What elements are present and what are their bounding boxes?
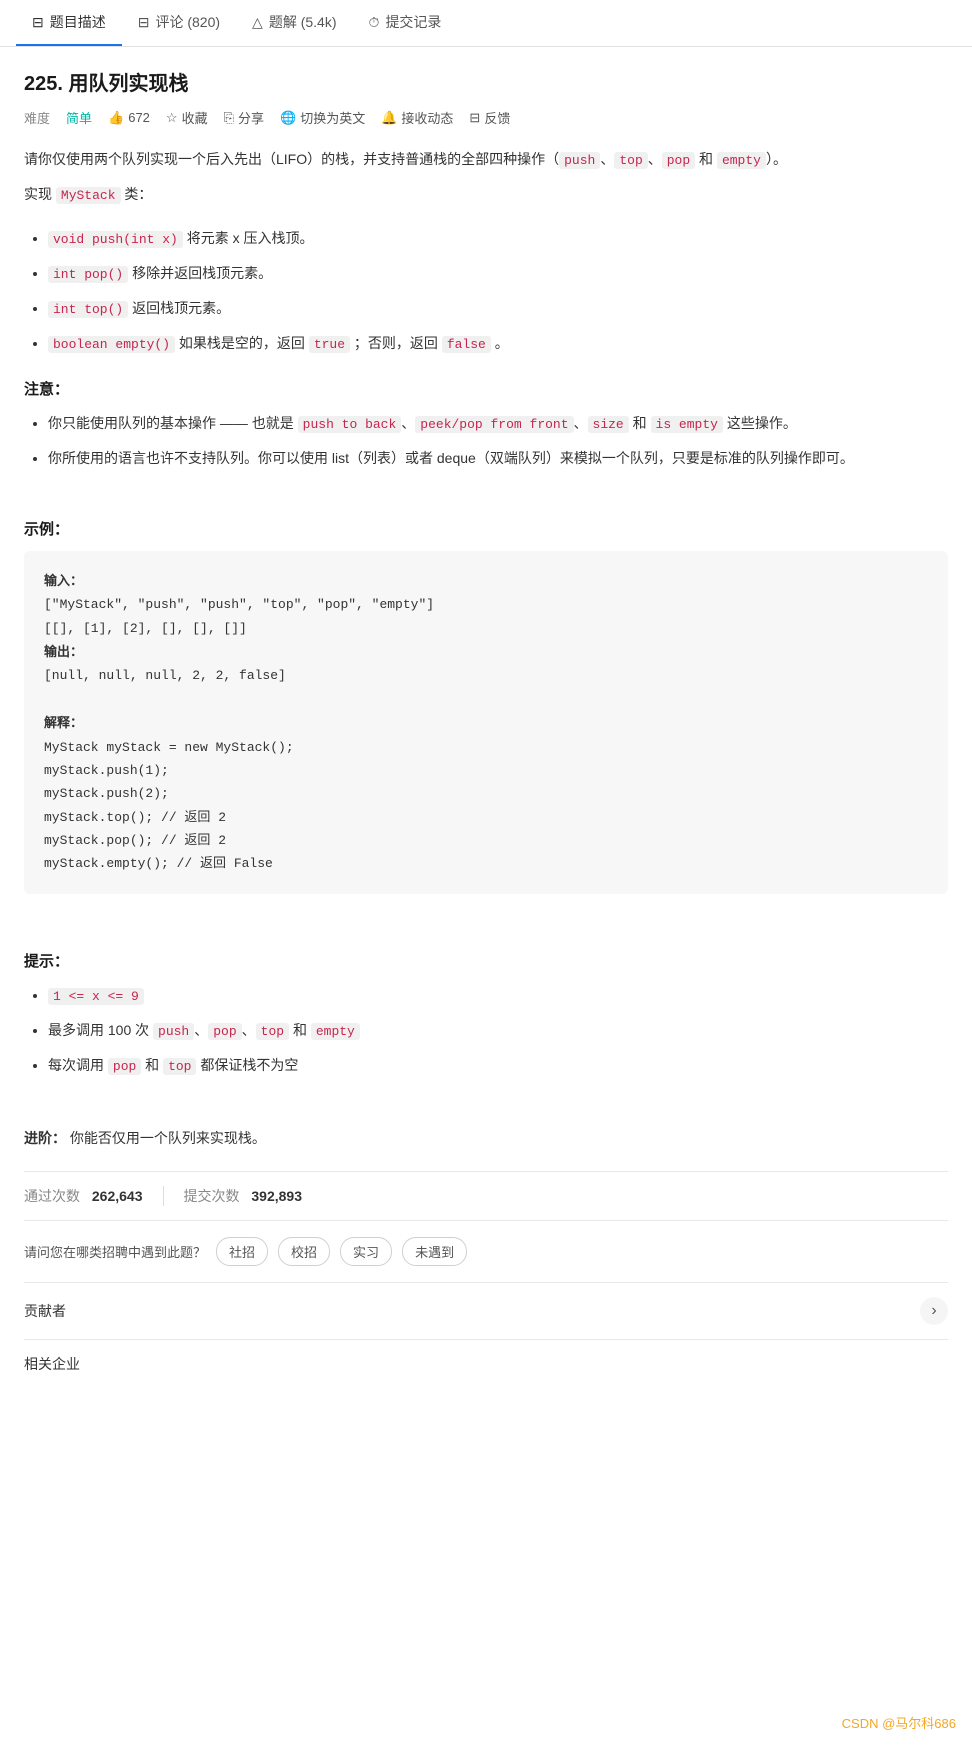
method-empty: boolean empty() 如果栈是空的，返回 true ；否则，返回 fa… bbox=[48, 329, 948, 358]
related-companies-section: 相关企业 bbox=[24, 1339, 948, 1388]
top-navigation: ⊟ 题目描述 ⊟ 评论 (820) △ 题解 (5.4k) ⏱ 提交记录 bbox=[0, 0, 972, 47]
comments-icon: ⊟ bbox=[138, 14, 150, 31]
difficulty-row: 难度 简单 👍 672 ☆ 收藏 ⎘ 分享 🌐 切换为英文 🔔 接收动态 ⊟ 反… bbox=[24, 108, 948, 127]
subscribe-button[interactable]: 🔔 接收动态 bbox=[381, 108, 453, 127]
problem-title: 225. 用队列实现栈 bbox=[24, 67, 948, 96]
explain-line-6: myStack.empty(); // 返回 False bbox=[44, 852, 928, 875]
feedback-button[interactable]: ⊟ 反馈 bbox=[469, 108, 510, 127]
difficulty-value[interactable]: 简单 bbox=[66, 108, 92, 127]
likes-button[interactable]: 👍 672 bbox=[108, 110, 150, 126]
watermark: CSDN @马尔科686 bbox=[842, 1713, 956, 1732]
switch-lang-button[interactable]: 🌐 切换为英文 bbox=[280, 108, 365, 127]
feedback-icon: ⊟ bbox=[469, 110, 480, 126]
collect-button[interactable]: ☆ 收藏 bbox=[166, 108, 208, 127]
output-value: [null, null, null, 2, 2, false] bbox=[44, 664, 928, 687]
problem-description: 请你仅使用两个队列实现一个后入先出（LIFO）的栈，并支持普通栈的全部四种操作（… bbox=[24, 147, 948, 208]
hint-2: 最多调用 100 次 push、pop、top 和 empty bbox=[48, 1016, 948, 1045]
hints-heading: 提示： bbox=[24, 950, 948, 971]
pass-label: 通过次数 bbox=[24, 1188, 80, 1204]
explain-line-5: myStack.pop(); // 返回 2 bbox=[44, 829, 928, 852]
input-label: 输入： bbox=[44, 569, 928, 593]
bell-icon: 🔔 bbox=[381, 110, 397, 126]
tab-comments[interactable]: ⊟ 评论 (820) bbox=[122, 0, 236, 46]
tab-submissions[interactable]: ⏱ 提交记录 bbox=[353, 0, 458, 46]
thumbs-up-icon: 👍 bbox=[108, 110, 124, 126]
stats-row: 通过次数 262,643 提交次数 392,893 bbox=[24, 1171, 948, 1221]
explain-line-3: myStack.push(2); bbox=[44, 782, 928, 805]
example-box: 输入： ["MyStack", "push", "push", "top", "… bbox=[24, 551, 948, 894]
description-icon: ⊟ bbox=[32, 14, 44, 31]
output-label: 输出： bbox=[44, 640, 928, 664]
tag-campus[interactable]: 校招 bbox=[278, 1237, 330, 1266]
submit-label: 提交次数 bbox=[184, 1188, 240, 1204]
tags-section: 请问您在哪类招聘中遇到此题？ 社招 校招 实习 未遇到 bbox=[24, 1237, 948, 1266]
advanced-text: 你能否仅用一个队列来实现栈。 bbox=[70, 1130, 266, 1146]
star-icon: ☆ bbox=[166, 110, 178, 126]
tag-social[interactable]: 社招 bbox=[216, 1237, 268, 1266]
method-push: void push(int x) 将元素 x 压入栈顶。 bbox=[48, 224, 948, 253]
method-top: int top() 返回栈顶元素。 bbox=[48, 294, 948, 323]
input-line1: ["MyStack", "push", "push", "top", "pop"… bbox=[44, 593, 928, 616]
submissions-icon: ⏱ bbox=[369, 14, 380, 31]
notes-list: 你只能使用队列的基本操作 —— 也就是 push to back、peek/po… bbox=[48, 409, 948, 472]
note-2: 你所使用的语言也许不支持队列。你可以使用 list（列表）或者 deque（双端… bbox=[48, 444, 948, 472]
advanced-label: 进阶： bbox=[24, 1130, 66, 1146]
intro-text: 请你仅使用两个队列实现一个后入先出（LIFO）的栈，并支持普通栈的全部四种操作（… bbox=[24, 147, 948, 172]
explain-line-1: MyStack myStack = new MyStack(); bbox=[44, 736, 928, 759]
hint-3: 每次调用 pop 和 top 都保证栈不为空 bbox=[48, 1051, 948, 1080]
tag-none[interactable]: 未遇到 bbox=[402, 1237, 467, 1266]
input-line2: [[], [1], [2], [], [], []] bbox=[44, 617, 928, 640]
pass-value: 262,643 bbox=[92, 1188, 143, 1204]
explain-line-4: myStack.top(); // 返回 2 bbox=[44, 806, 928, 829]
translate-icon: 🌐 bbox=[280, 110, 296, 126]
explain-line-2: myStack.push(1); bbox=[44, 759, 928, 782]
tag-intern[interactable]: 实习 bbox=[340, 1237, 392, 1266]
share-button[interactable]: ⎘ 分享 bbox=[224, 108, 264, 127]
explain-label: 解释： bbox=[44, 711, 928, 735]
note-1: 你只能使用队列的基本操作 —— 也就是 push to back、peek/po… bbox=[48, 409, 948, 438]
contributors-label: 贡献者 bbox=[24, 1301, 66, 1321]
main-content: 225. 用队列实现栈 难度 简单 👍 672 ☆ 收藏 ⎘ 分享 🌐 切换为英… bbox=[0, 47, 972, 1408]
related-label: 相关企业 bbox=[24, 1354, 80, 1374]
method-pop: int pop() 移除并返回栈顶元素。 bbox=[48, 259, 948, 288]
tab-description[interactable]: ⊟ 题目描述 bbox=[16, 0, 122, 46]
difficulty-label: 难度 bbox=[24, 108, 50, 127]
tab-solutions[interactable]: △ 题解 (5.4k) bbox=[236, 0, 352, 46]
example-heading: 示例： bbox=[24, 518, 948, 539]
contributors-arrow[interactable]: › bbox=[920, 1297, 948, 1325]
hints-list: 1 <= x <= 9 最多调用 100 次 push、pop、top 和 em… bbox=[48, 981, 948, 1080]
methods-list: void push(int x) 将元素 x 压入栈顶。 int pop() 移… bbox=[48, 224, 948, 358]
hint-1: 1 <= x <= 9 bbox=[48, 981, 948, 1010]
share-icon: ⎘ bbox=[224, 110, 234, 126]
tags-question: 请问您在哪类招聘中遇到此题？ bbox=[24, 1242, 206, 1261]
submit-value: 392,893 bbox=[251, 1188, 302, 1204]
implement-text: 实现 MyStack 类： bbox=[24, 182, 948, 207]
submit-stat: 提交次数 392,893 bbox=[184, 1186, 323, 1206]
advanced-section: 进阶： 你能否仅用一个队列来实现栈。 bbox=[24, 1126, 948, 1151]
solutions-icon: △ bbox=[252, 14, 263, 31]
note-heading: 注意： bbox=[24, 378, 948, 399]
contributors-section: 贡献者 › bbox=[24, 1282, 948, 1339]
pass-stat: 通过次数 262,643 bbox=[24, 1186, 164, 1206]
